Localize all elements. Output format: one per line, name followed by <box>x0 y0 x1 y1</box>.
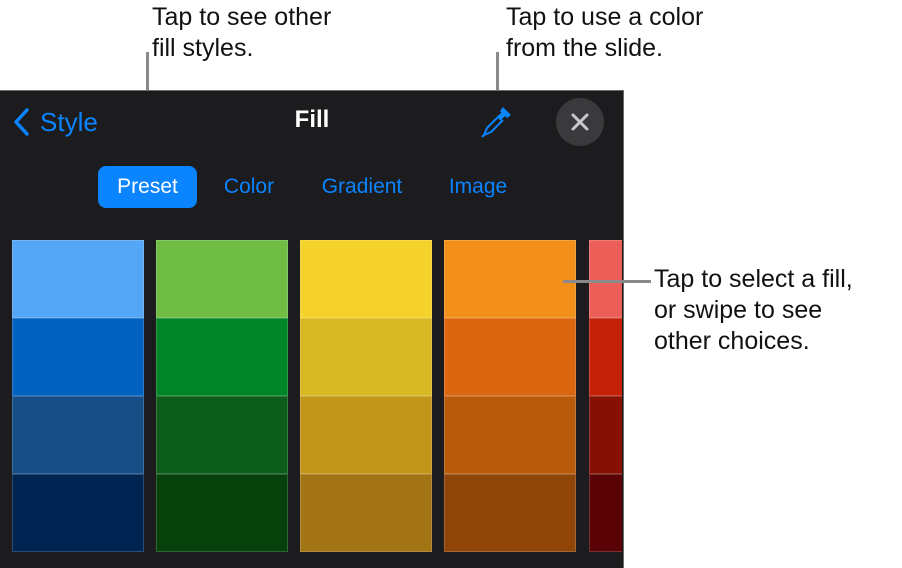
callout-fill-styles: Tap to see other fill styles. <box>152 2 331 64</box>
preset-swatch-grid[interactable] <box>0 240 622 554</box>
swatch-green-4[interactable] <box>156 474 288 552</box>
swatch-green-1[interactable] <box>156 240 288 318</box>
callout-text-line: or swipe to see <box>654 296 823 324</box>
swatch-column-red <box>589 240 622 554</box>
chevron-left-icon <box>14 108 29 136</box>
swatch-column-blue <box>12 240 144 554</box>
close-button[interactable] <box>556 98 604 146</box>
swatch-green-2[interactable] <box>156 318 288 396</box>
swatch-red-4[interactable] <box>589 474 622 552</box>
tab-color[interactable]: Color <box>210 166 288 208</box>
close-icon <box>571 113 589 131</box>
swatch-blue-2[interactable] <box>12 318 144 396</box>
eyedropper-icon <box>481 107 511 138</box>
callout-text-line: fill styles. <box>152 34 254 62</box>
swatch-yellow-3[interactable] <box>300 396 432 474</box>
panel-title: Fill <box>294 106 330 133</box>
tab-gradient[interactable]: Gradient <box>306 166 418 208</box>
swatch-blue-4[interactable] <box>12 474 144 552</box>
callout-text-line: other choices. <box>654 327 810 355</box>
swatch-orange-4[interactable] <box>444 474 576 552</box>
callout-text-line: from the slide. <box>506 34 664 62</box>
swatch-orange-1[interactable] <box>444 240 576 318</box>
swatch-yellow-2[interactable] <box>300 318 432 396</box>
swatch-orange-3[interactable] <box>444 396 576 474</box>
swatch-red-3[interactable] <box>589 396 622 474</box>
callout-select-fill: Tap to select a fill, or swipe to see ot… <box>654 264 853 357</box>
eyedropper-button[interactable] <box>480 104 514 140</box>
swatch-blue-3[interactable] <box>12 396 144 474</box>
back-button[interactable]: Style <box>12 105 98 139</box>
callout-text-line: Tap to use a color <box>506 3 704 31</box>
swatch-orange-2[interactable] <box>444 318 576 396</box>
callout-text-line: Tap to see other <box>152 3 332 31</box>
tab-preset[interactable]: Preset <box>98 166 197 208</box>
swatch-yellow-4[interactable] <box>300 474 432 552</box>
swatch-yellow-1[interactable] <box>300 240 432 318</box>
tab-image[interactable]: Image <box>436 166 520 208</box>
fill-style-tabs: Preset Color Gradient Image <box>0 166 624 208</box>
callout-leader-line <box>563 280 651 283</box>
swatch-column-yellow <box>300 240 432 554</box>
swatch-red-2[interactable] <box>589 318 622 396</box>
swatch-blue-1[interactable] <box>12 240 144 318</box>
swatch-column-orange <box>444 240 576 554</box>
back-label: Style <box>40 106 98 137</box>
swatch-red-1[interactable] <box>589 240 622 318</box>
callout-color-picker: Tap to use a color from the slide. <box>506 2 703 64</box>
callout-text-line: Tap to select a fill, <box>654 265 853 293</box>
swatch-green-3[interactable] <box>156 396 288 474</box>
swatch-column-green <box>156 240 288 554</box>
